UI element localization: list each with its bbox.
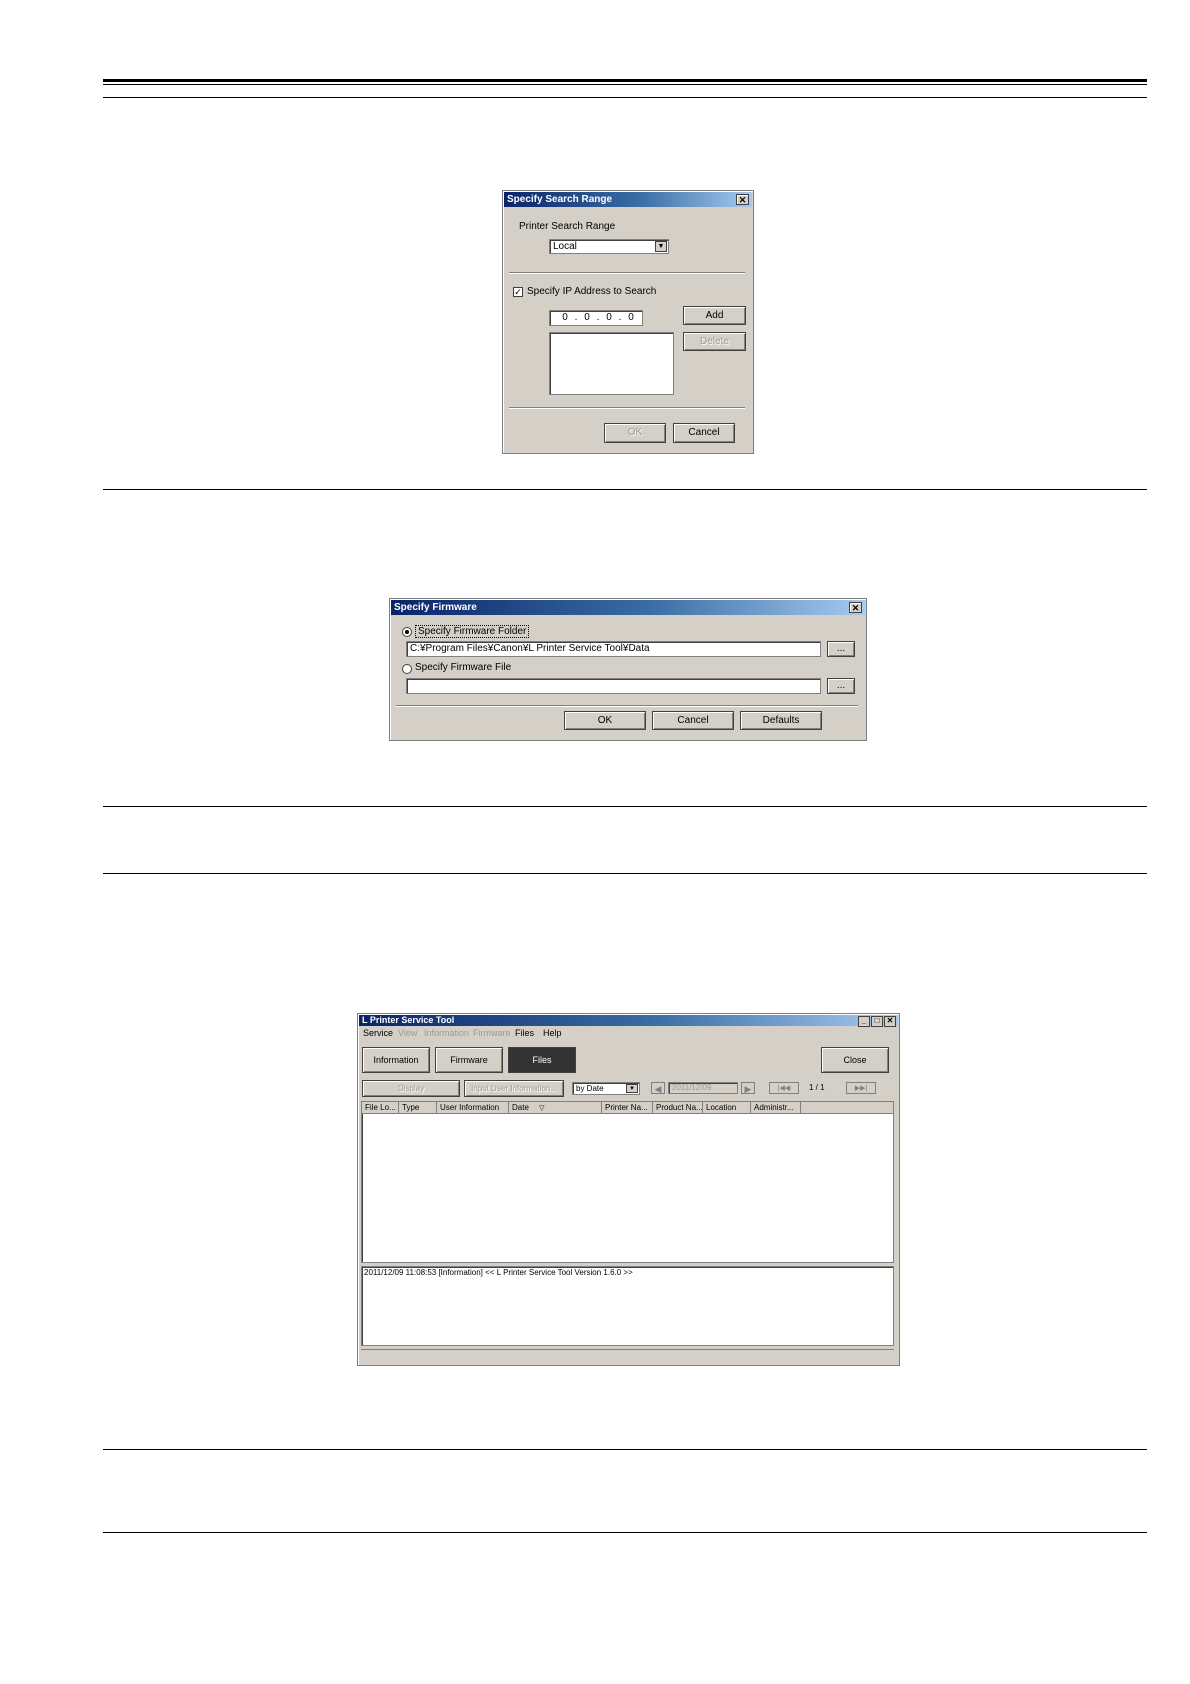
page-indicator: 1 / 1	[809, 1083, 825, 1092]
ok-button[interactable]: OK	[604, 423, 666, 443]
ok-button[interactable]: OK	[564, 711, 646, 730]
maximize-icon[interactable]: □	[871, 1016, 883, 1027]
close-icon[interactable]: ✕	[849, 602, 862, 613]
ip-checkbox-label: Specify IP Address to Search	[527, 286, 657, 297]
firmware-file-label: Specify Firmware File	[415, 662, 512, 673]
search-range-value: Local	[553, 241, 577, 252]
divider	[396, 705, 858, 707]
log-area[interactable]: 2011/12/09 11:08:53 [Information] << L P…	[361, 1266, 894, 1346]
search-range-dialog: Specify Search Range ✕ Printer Search Ra…	[502, 190, 754, 454]
specify-firmware-dialog: Specify Firmware ✕ Specify Firmware Fold…	[389, 598, 867, 741]
menu-firmware[interactable]: Firmware	[473, 1028, 511, 1038]
browse-file-button[interactable]: ...	[827, 678, 855, 694]
prev-date-icon[interactable]: ◀	[651, 1082, 665, 1094]
header-double-rule-top	[103, 79, 1147, 82]
divider	[509, 272, 745, 274]
firmware-folder-label: Specify Firmware Folder	[415, 625, 530, 638]
cancel-button[interactable]: Cancel	[673, 423, 735, 443]
menu-view[interactable]: View	[398, 1028, 417, 1038]
input-user-information-button[interactable]: Input User Information...	[464, 1080, 564, 1097]
ip-dot: .	[574, 312, 578, 323]
date-navigation: ◀ 2011/12/09 ▶ |◀◀ 1 / 1 ▶▶|	[651, 1082, 891, 1095]
ip-checkbox[interactable]: ✓	[513, 287, 523, 297]
defaults-button[interactable]: Defaults	[740, 711, 822, 730]
display-button[interactable]: Display	[362, 1080, 460, 1097]
firmware-folder-path-input[interactable]: C:¥Program Files¥Canon¥L Printer Service…	[406, 641, 821, 657]
column-user-information[interactable]: User Information	[437, 1102, 509, 1113]
section-divider-3	[103, 873, 1147, 874]
column-printer-name[interactable]: Printer Na...	[602, 1102, 653, 1113]
firmware-file-radio[interactable]	[402, 664, 412, 674]
dialog-title: Specify Search Range	[507, 194, 613, 205]
tab-firmware[interactable]: Firmware	[435, 1047, 503, 1073]
ip-octet-4: 0	[628, 312, 634, 323]
column-file-location[interactable]: File Lo...	[362, 1102, 399, 1113]
window-controls: _ □ ✕	[857, 1015, 896, 1027]
close-icon[interactable]: ✕	[884, 1016, 896, 1027]
firmware-file-path-input[interactable]	[406, 678, 821, 694]
log-line: 2011/12/09 11:08:53 [Information] << L P…	[364, 1268, 633, 1277]
first-page-icon[interactable]: |◀◀	[769, 1082, 799, 1094]
sort-desc-icon: ▽	[539, 1105, 545, 1112]
tab-information[interactable]: Information	[362, 1047, 430, 1073]
next-date-icon[interactable]: ▶	[741, 1082, 755, 1094]
dialog-title: Specify Firmware	[394, 602, 477, 613]
ip-dot: .	[596, 312, 600, 323]
search-range-label: Printer Search Range	[519, 221, 616, 232]
file-list[interactable]: File Lo... Type User Information Date ▽ …	[361, 1101, 894, 1263]
section-divider-4	[103, 1449, 1147, 1450]
header-rule	[103, 97, 1147, 98]
ip-octet-1: 0	[562, 312, 568, 323]
dialog-titlebar: Specify Search Range ✕	[504, 192, 752, 207]
column-date[interactable]: Date ▽	[509, 1102, 602, 1113]
menu-help[interactable]: Help	[543, 1028, 562, 1038]
date-input[interactable]: 2011/12/09	[668, 1082, 738, 1094]
column-administrator[interactable]: Administr...	[751, 1102, 801, 1113]
menu-information[interactable]: Information	[424, 1028, 469, 1038]
column-type[interactable]: Type	[399, 1102, 437, 1113]
ip-address-list[interactable]	[549, 332, 674, 395]
ip-dot: .	[618, 312, 622, 323]
divider	[509, 407, 745, 409]
dialog-titlebar: Specify Firmware ✕	[391, 600, 865, 615]
close-icon[interactable]: ✕	[736, 194, 749, 205]
window-titlebar: L Printer Service Tool _ □ ✕	[359, 1015, 898, 1027]
list-header: File Lo... Type User Information Date ▽ …	[362, 1102, 893, 1114]
search-range-select[interactable]: Local ▼	[549, 239, 669, 254]
ip-octet-3: 0	[606, 312, 612, 323]
minimize-icon[interactable]: _	[858, 1016, 870, 1027]
firmware-folder-radio[interactable]	[402, 627, 412, 637]
header-double-rule-bottom	[103, 84, 1147, 85]
cancel-button[interactable]: Cancel	[652, 711, 734, 730]
column-date-label: Date	[512, 1103, 529, 1112]
tab-files[interactable]: Files	[508, 1047, 576, 1073]
browse-folder-button[interactable]: ...	[827, 641, 855, 657]
chevron-down-icon[interactable]: ▼	[626, 1084, 638, 1093]
window-title: L Printer Service Tool	[362, 1015, 455, 1025]
section-divider-2	[103, 806, 1147, 807]
column-product-name[interactable]: Product Na...	[653, 1102, 703, 1113]
service-tool-window: L Printer Service Tool _ □ ✕ Service View …	[357, 1013, 900, 1366]
section-divider-5	[103, 1532, 1147, 1533]
add-button[interactable]: Add	[683, 306, 746, 325]
delete-button[interactable]: Delete	[683, 332, 746, 351]
sort-select[interactable]: by Date ▼	[572, 1082, 640, 1095]
status-bar	[361, 1349, 894, 1362]
sort-value: by Date	[576, 1084, 604, 1093]
ip-address-input[interactable]: 0. 0. 0. 0	[549, 310, 643, 326]
menu-files[interactable]: Files	[515, 1028, 534, 1038]
last-page-icon[interactable]: ▶▶|	[846, 1082, 876, 1094]
ip-octet-2: 0	[584, 312, 590, 323]
section-divider-1	[103, 489, 1147, 490]
menu-service[interactable]: Service	[363, 1028, 393, 1038]
close-button[interactable]: Close	[821, 1047, 889, 1073]
chevron-down-icon[interactable]: ▼	[655, 241, 667, 252]
column-location[interactable]: Location	[703, 1102, 751, 1113]
